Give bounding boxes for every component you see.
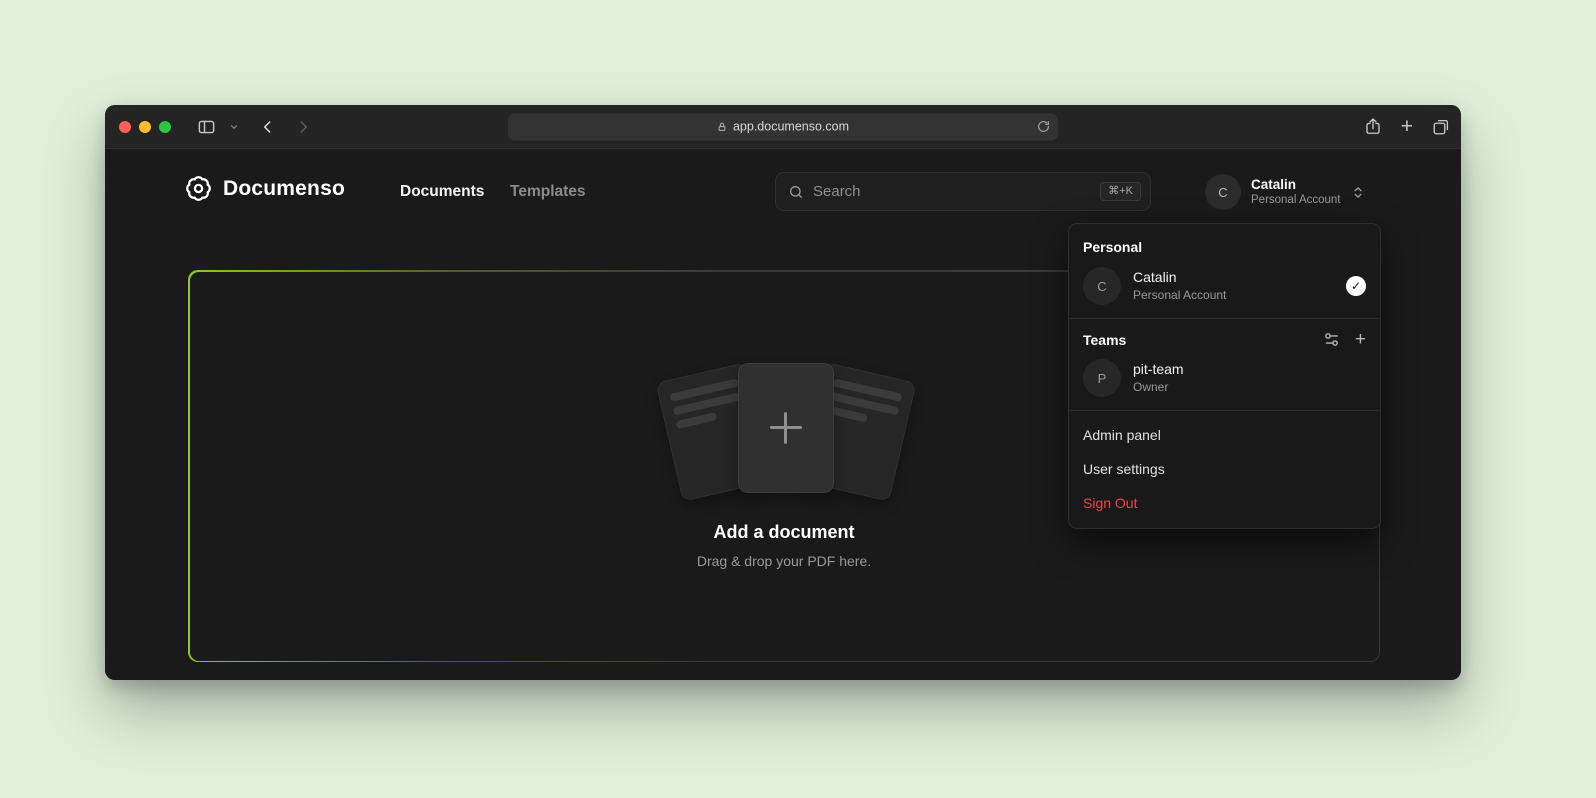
- forward-button[interactable]: [295, 118, 312, 135]
- dropzone-subtitle: Drag & drop your PDF here.: [190, 553, 1379, 569]
- teams-section-label: Teams: [1083, 332, 1126, 348]
- nav-item-documents[interactable]: Documents: [400, 183, 484, 201]
- check-circle-icon: ✓: [1346, 276, 1366, 296]
- search-icon: [788, 184, 804, 200]
- reload-icon[interactable]: [1037, 120, 1050, 133]
- browser-toolbar: app.documenso.com +: [105, 105, 1461, 149]
- menu-item-admin-panel[interactable]: Admin panel: [1069, 418, 1380, 452]
- brand-logo[interactable]: Documenso: [185, 175, 345, 202]
- new-tab-icon[interactable]: +: [1399, 116, 1415, 137]
- create-team-icon[interactable]: +: [1355, 330, 1366, 349]
- minimize-window-button[interactable]: [139, 121, 151, 133]
- tab-overview-icon[interactable]: [1432, 118, 1450, 136]
- back-button[interactable]: [259, 118, 276, 135]
- personal-account-subtitle: Personal Account: [1133, 287, 1226, 303]
- illustration-card-center: [738, 363, 834, 493]
- address-bar[interactable]: app.documenso.com: [508, 113, 1058, 140]
- chevron-down-icon[interactable]: [229, 122, 239, 132]
- nav-item-templates[interactable]: Templates: [510, 183, 586, 201]
- app-content: Documenso Documents Templates ⌘+K C Cata…: [105, 149, 1461, 680]
- teams-section-header: Teams +: [1069, 326, 1380, 353]
- search-box[interactable]: ⌘+K: [775, 172, 1151, 211]
- plus-icon: [770, 412, 802, 444]
- url-text: app.documenso.com: [733, 120, 849, 134]
- team-role: Owner: [1133, 379, 1184, 395]
- search-input[interactable]: [813, 183, 1091, 200]
- share-icon[interactable]: [1364, 117, 1382, 136]
- account-name: Catalin: [1251, 176, 1341, 194]
- lock-icon: [717, 121, 727, 132]
- personal-section-label: Personal: [1069, 229, 1380, 261]
- toolbar-right-actions: +: [1364, 105, 1450, 148]
- account-dropdown-menu: Personal C Catalin Personal Account ✓ Te…: [1068, 223, 1381, 529]
- chevron-up-down-icon: [1351, 184, 1365, 201]
- menu-item-sign-out[interactable]: Sign Out: [1069, 486, 1380, 520]
- menu-item-user-settings[interactable]: User settings: [1069, 452, 1380, 486]
- browser-window: app.documenso.com + Documenso Documents …: [105, 105, 1461, 680]
- avatar: C: [1205, 174, 1241, 210]
- menu-divider: [1069, 410, 1380, 411]
- documenso-logo-icon: [185, 175, 212, 202]
- account-menu-trigger[interactable]: C Catalin Personal Account: [1205, 171, 1365, 213]
- sidebar-toggle-icon[interactable]: [197, 117, 216, 136]
- search-shortcut-badge: ⌘+K: [1100, 182, 1141, 201]
- manage-teams-icon[interactable]: [1323, 331, 1340, 348]
- zoom-window-button[interactable]: [159, 121, 171, 133]
- account-subtitle: Personal Account: [1251, 193, 1341, 208]
- team-name: pit-team: [1133, 360, 1184, 379]
- close-window-button[interactable]: [119, 121, 131, 133]
- account-text: Catalin Personal Account: [1251, 176, 1341, 208]
- brand-name: Documenso: [223, 177, 345, 201]
- window-controls: [119, 121, 171, 133]
- menu-divider: [1069, 318, 1380, 319]
- avatar: C: [1083, 267, 1121, 305]
- menu-item-team[interactable]: P pit-team Owner: [1069, 353, 1380, 403]
- desktop: { "browser": { "url": "app.documenso.com…: [0, 0, 1596, 798]
- personal-account-name: Catalin: [1133, 268, 1226, 287]
- menu-item-personal-account[interactable]: C Catalin Personal Account ✓: [1069, 261, 1380, 311]
- avatar: P: [1083, 359, 1121, 397]
